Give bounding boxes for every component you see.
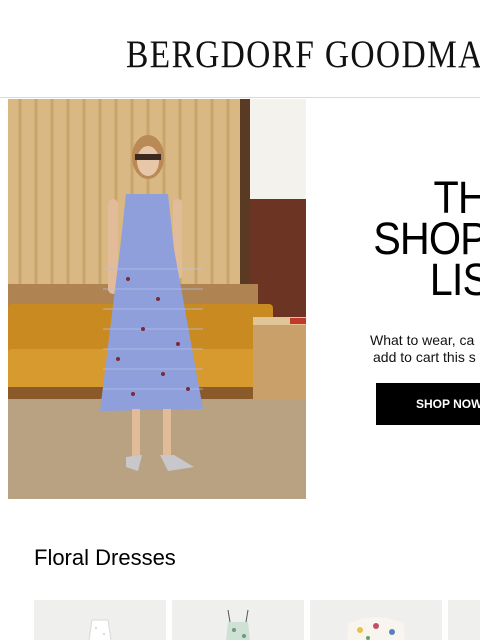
- product-card[interactable]: [310, 600, 442, 640]
- hero-title-line: SHOPP: [373, 213, 480, 264]
- product-carousel: [34, 600, 480, 640]
- hero-subtitle: What to wear, ca add to cart this s: [370, 332, 476, 366]
- hero-title: THE SHOPP LIST: [373, 172, 480, 305]
- shop-now-button[interactable]: SHOP NOW: [376, 383, 480, 425]
- hero-text-panel: THE SHOPP LIST What to wear, ca add to c…: [306, 99, 480, 499]
- hero-title-line: LIST: [430, 254, 480, 305]
- site-header: BERGDORF GOODMAN: [0, 0, 480, 98]
- hero-image[interactable]: [8, 99, 306, 499]
- hero-subtitle-line: What to wear, ca: [370, 332, 475, 348]
- product-card[interactable]: [34, 600, 166, 640]
- section-title: Floral Dresses: [34, 545, 176, 570]
- product-card[interactable]: [448, 600, 480, 640]
- hero-subtitle-line: add to cart this s: [373, 349, 476, 365]
- product-card[interactable]: [172, 600, 304, 640]
- brand-logo[interactable]: BERGDORF GOODMAN: [126, 32, 480, 77]
- hero-title-line: THE: [433, 172, 480, 223]
